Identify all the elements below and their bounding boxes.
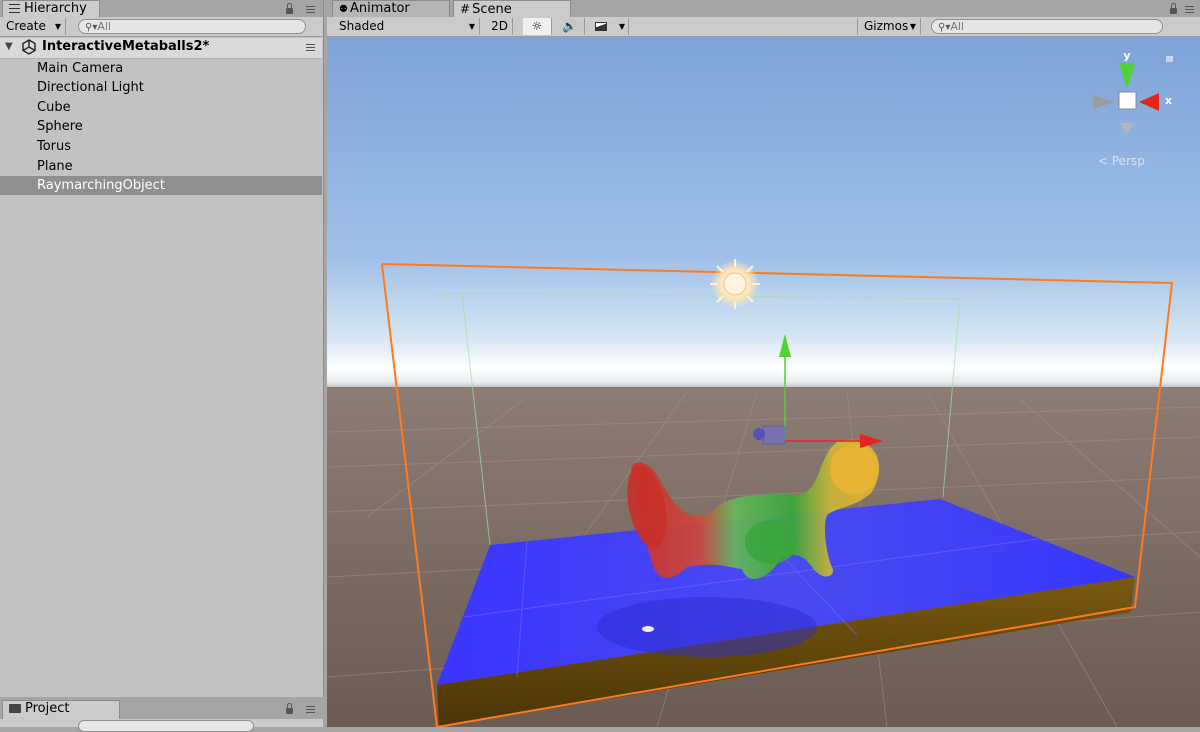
project-toolbar: [0, 719, 323, 732]
scene-root-row[interactable]: ▼ InteractiveMetaballs2*: [0, 38, 322, 59]
scene-toolbar: Shaded ▼ 2D ☼ 🔊 ▼ Gizmos ▼ ⚲▾All: [327, 17, 1200, 37]
item-label: Cube: [37, 100, 71, 115]
hierarchy-item-cube[interactable]: Cube: [0, 98, 322, 117]
item-label: Plane: [37, 159, 73, 174]
hierarchy-item-plane[interactable]: Plane: [0, 157, 322, 176]
scene-panel: ⚉ Animator # Scene Shaded ▼ 2D ☼ 🔊 ▼ Gizmo…: [327, 0, 1200, 727]
gizmo-axis-y-label: y: [1123, 49, 1130, 62]
panel-menu-icon[interactable]: [306, 6, 315, 13]
toggle-2d-button[interactable]: 2D: [487, 18, 513, 35]
tab-scene-label: Scene: [472, 2, 512, 17]
tab-hierarchy[interactable]: Hierarchy: [2, 0, 100, 17]
hierarchy-tabbar: Hierarchy: [0, 0, 323, 17]
search-icon: ⚲▾: [85, 22, 98, 33]
scene-tabbar: ⚉ Animator # Scene: [327, 0, 1200, 17]
image-icon: [595, 22, 607, 31]
tab-project-label: Project: [25, 701, 70, 716]
scene-render[interactable]: y x < Persp: [327, 37, 1200, 727]
search-placeholder: All: [97, 20, 111, 33]
hierarchy-item-main-camera[interactable]: Main Camera: [0, 59, 322, 78]
unity-scene-icon: [22, 39, 36, 55]
item-label: Main Camera: [37, 61, 124, 76]
metaball-shadow: [597, 597, 817, 657]
scene-name: InteractiveMetaballs2*: [42, 39, 210, 54]
scene-lock-icon[interactable]: [1170, 3, 1177, 14]
item-label: Directional Light: [37, 80, 144, 95]
hierarchy-item-raymarching-object[interactable]: RaymarchingObject: [0, 176, 322, 195]
item-label: Torus: [37, 139, 72, 154]
create-button[interactable]: Create ▼: [2, 18, 66, 35]
gizmos-label: Gizmos: [864, 19, 909, 33]
tab-animator[interactable]: ⚉ Animator: [332, 0, 450, 17]
tab-project[interactable]: Project: [2, 700, 120, 719]
scene-panel-menu-icon[interactable]: [1185, 6, 1194, 13]
create-label: Create: [6, 19, 46, 33]
lock-icon[interactable]: [286, 3, 293, 14]
directional-light-gizmo[interactable]: [710, 259, 760, 309]
hierarchy-item-torus[interactable]: Torus: [0, 137, 322, 156]
sun-icon: ☼: [531, 19, 543, 33]
hierarchy-item-directional-light[interactable]: Directional Light: [0, 78, 322, 97]
animator-icon: ⚉: [339, 4, 348, 15]
gizmo-lock-icon[interactable]: [1166, 56, 1173, 62]
list-icon: [9, 4, 20, 13]
projection-text: Persp: [1112, 154, 1145, 168]
hierarchy-item-sphere[interactable]: Sphere: [0, 117, 322, 136]
shading-mode-dropdown[interactable]: Shaded ▼: [329, 18, 480, 35]
project-lock-icon[interactable]: [286, 703, 293, 714]
project-panel: Project: [0, 697, 323, 732]
tab-animator-label: Animator: [349, 1, 410, 16]
project-search-input[interactable]: [78, 720, 254, 732]
scene-grid-icon: #: [460, 2, 471, 16]
speaker-icon: 🔊: [562, 19, 577, 33]
folder-icon: [9, 704, 21, 713]
toggle-2d-label: 2D: [491, 19, 508, 33]
effects-dropdown[interactable]: ▼: [589, 18, 629, 35]
gizmo-axis-x-label: x: [1165, 94, 1172, 107]
tab-scene[interactable]: # Scene: [453, 0, 571, 17]
projection-label[interactable]: < Persp: [1098, 154, 1145, 168]
persp-arrow-icon: <: [1098, 154, 1112, 168]
dropdown-arrow-icon: ▼: [909, 22, 916, 31]
hierarchy-panel: Hierarchy Create ▼ ⚲▾All ▼ InteractiveMe…: [0, 0, 324, 697]
search-icon: ⚲▾: [938, 22, 951, 33]
hierarchy-search-input[interactable]: ⚲▾All: [78, 19, 306, 34]
hierarchy-toolbar: Create ▼ ⚲▾All: [0, 17, 322, 37]
tab-hierarchy-label: Hierarchy: [24, 1, 87, 16]
item-label: Sphere: [37, 119, 83, 134]
dropdown-arrow-icon: ▼: [618, 22, 625, 31]
scene-menu-icon[interactable]: [306, 44, 315, 51]
project-menu-icon[interactable]: [306, 706, 315, 713]
dropdown-arrow-icon: ▼: [468, 22, 475, 31]
gizmos-dropdown[interactable]: Gizmos ▼: [857, 18, 921, 35]
scene-search-input[interactable]: ⚲▾All: [931, 19, 1163, 34]
lighting-toggle[interactable]: ☼: [523, 18, 552, 35]
scene-search-placeholder: All: [950, 20, 964, 33]
expand-triangle-icon[interactable]: ▼: [5, 41, 13, 52]
dropdown-arrow-icon: ▼: [54, 22, 61, 31]
audio-toggle[interactable]: 🔊: [555, 18, 585, 35]
scene-viewport[interactable]: y x < Persp: [327, 37, 1200, 727]
item-label: RaymarchingObject: [37, 178, 165, 193]
shading-mode-label: Shaded: [339, 19, 385, 33]
